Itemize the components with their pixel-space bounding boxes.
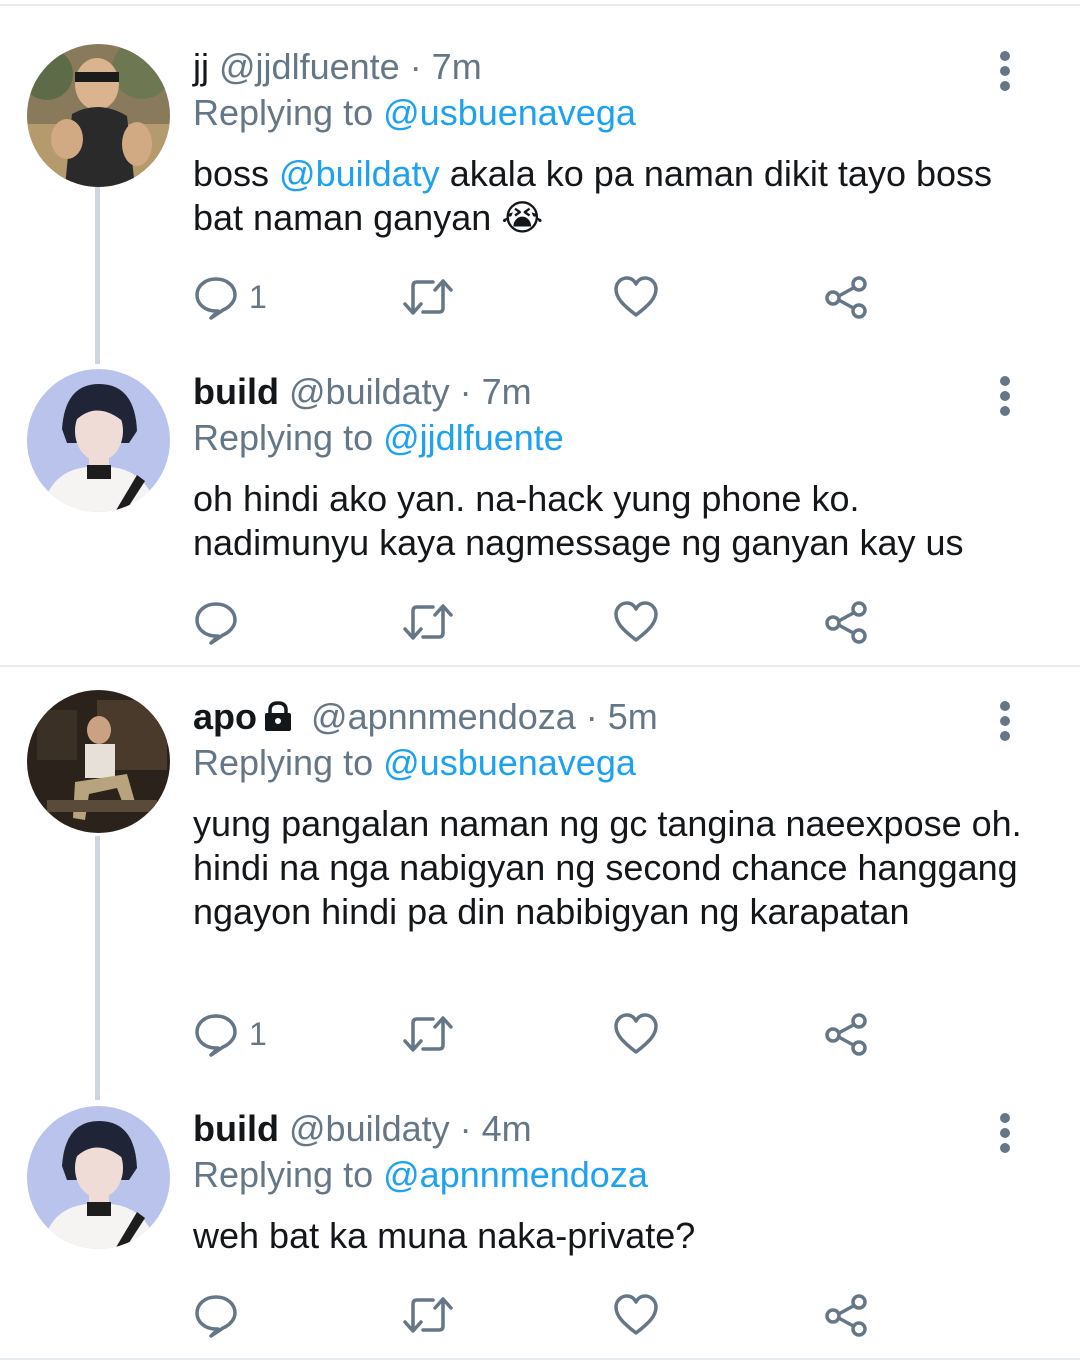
share-button[interactable] <box>823 272 869 322</box>
reply-context: Replying to @jjdlfuente <box>193 415 564 461</box>
tweet-text-part: boss <box>193 153 280 194</box>
reply-button[interactable] <box>193 1290 249 1340</box>
more-options-icon[interactable] <box>990 46 1020 106</box>
avatar[interactable] <box>27 1106 170 1249</box>
display-name[interactable]: jj <box>193 46 209 87</box>
replying-to-label: Replying to <box>193 1154 374 1195</box>
heart-icon <box>614 1013 658 1054</box>
share-icon <box>825 276 867 319</box>
share-icon <box>825 1294 867 1337</box>
reply-button[interactable]: 1 <box>193 1009 267 1059</box>
mention-link[interactable]: @buildaty <box>279 153 440 194</box>
tweet-actions <box>193 1290 893 1340</box>
heart-icon <box>614 276 658 317</box>
reply-mention[interactable]: @usbuenavega <box>383 92 636 133</box>
tweet-header: build @buildaty · 7m <box>193 369 532 415</box>
more-options-icon[interactable] <box>990 696 1020 756</box>
display-name[interactable]: build <box>193 1108 279 1149</box>
retweet-button[interactable] <box>401 597 455 647</box>
reply-count: 1 <box>249 1015 267 1052</box>
handle[interactable]: @apnnmendoza <box>311 696 576 737</box>
like-button[interactable] <box>613 1009 659 1059</box>
share-icon <box>825 1013 867 1056</box>
handle[interactable]: @buildaty <box>289 371 450 412</box>
handle[interactable]: @jjdlfuente <box>219 46 400 87</box>
timestamp: · 5m <box>585 696 658 737</box>
reply-icon <box>195 277 237 320</box>
replying-to-label: Replying to <box>193 92 374 133</box>
reply-icon <box>195 1014 237 1057</box>
retweet-button[interactable] <box>401 1009 455 1059</box>
like-button[interactable] <box>613 597 659 647</box>
tweet-actions: 1 <box>193 1009 893 1059</box>
tweet-text: weh bat ka muna naka-private? <box>193 1215 696 1256</box>
reply-button[interactable]: 1 <box>193 272 267 322</box>
tweet-actions <box>193 597 893 647</box>
share-button[interactable] <box>823 597 869 647</box>
reply-context: Replying to @apnnmendoza <box>193 1152 648 1198</box>
timestamp: · 7m <box>459 371 532 412</box>
more-options-icon[interactable] <box>990 1108 1020 1168</box>
reply-button[interactable] <box>193 597 249 647</box>
tweet-text: oh hindi ako yan. na-hack yung phone ko.… <box>193 478 964 563</box>
handle[interactable]: @buildaty <box>289 1108 450 1149</box>
heart-icon <box>614 601 658 642</box>
more-options-icon[interactable] <box>990 371 1020 431</box>
reply-icon <box>195 602 237 645</box>
replying-to-label: Replying to <box>193 742 374 783</box>
reply-mention[interactable]: @apnnmendoza <box>383 1154 648 1195</box>
reply-context: Replying to @usbuenavega <box>193 90 636 136</box>
reply-mention[interactable]: @jjdlfuente <box>383 417 564 458</box>
lock-icon <box>261 698 295 744</box>
retweet-icon <box>403 1297 453 1333</box>
like-button[interactable] <box>613 272 659 322</box>
tweet-text: yung pangalan naman ng gc tangina naeexp… <box>193 803 1022 932</box>
replying-to-label: Replying to <box>193 417 374 458</box>
tweet-header: build @buildaty · 4m <box>193 1106 532 1152</box>
display-name[interactable]: build <box>193 371 279 412</box>
heart-icon <box>614 1294 658 1335</box>
display-name[interactable]: apo <box>193 696 257 737</box>
avatar[interactable] <box>27 690 170 833</box>
like-button[interactable] <box>613 1290 659 1340</box>
reply-icon <box>195 1295 237 1338</box>
retweet-icon <box>403 279 453 315</box>
bottom-divider <box>0 1358 1080 1360</box>
tweet-text: boss @buildaty akala ko pa naman dikit t… <box>193 152 1033 240</box>
retweet-button[interactable] <box>401 272 455 322</box>
retweet-button[interactable] <box>401 1290 455 1340</box>
timestamp: · 4m <box>459 1108 532 1149</box>
share-icon <box>825 601 867 644</box>
thread-connector <box>95 836 100 1100</box>
retweet-icon <box>403 604 453 640</box>
share-button[interactable] <box>823 1290 869 1340</box>
reply-count: 1 <box>249 278 267 315</box>
top-divider <box>0 4 1080 6</box>
tweet-header: apo @apnnmendoza · 5m <box>193 694 658 744</box>
avatar[interactable] <box>27 44 170 187</box>
tweet-header: jj @jjdlfuente · 7m <box>193 44 482 90</box>
share-button[interactable] <box>823 1009 869 1059</box>
avatar[interactable] <box>27 369 170 512</box>
reply-context: Replying to @usbuenavega <box>193 740 636 786</box>
thread-connector <box>95 186 100 364</box>
thread-divider <box>0 665 1080 667</box>
tweet-actions: 1 <box>193 272 893 322</box>
timestamp: · 7m <box>409 46 482 87</box>
retweet-icon <box>403 1016 453 1052</box>
reply-mention[interactable]: @usbuenavega <box>383 742 636 783</box>
